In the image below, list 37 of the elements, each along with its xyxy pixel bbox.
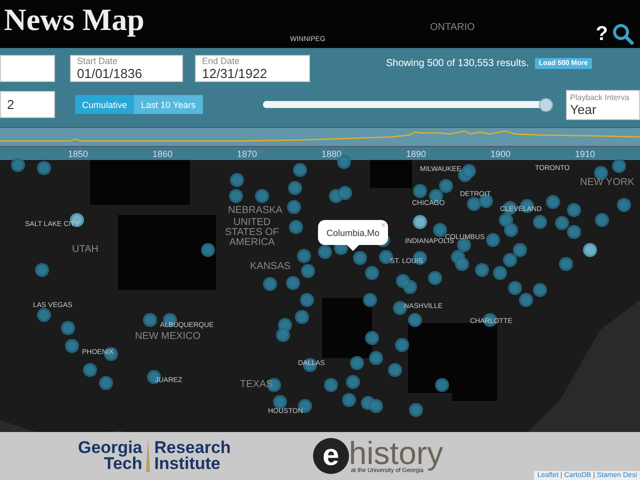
mode-toggle[interactable]: Cumulative: [75, 95, 134, 114]
timeline-year-label: 1910: [575, 149, 596, 160]
playback-slider[interactable]: [262, 98, 553, 112]
map-label: NEW YORK: [580, 178, 634, 188]
timeline-year-label: 1870: [237, 149, 258, 160]
state-region: [322, 298, 372, 358]
results-count: Showing 500 of 130,553 results.: [386, 58, 529, 69]
timeline-year-label: 1850: [68, 149, 88, 160]
map-label: NEBRASKA: [228, 206, 282, 216]
logo-mark: e: [312, 438, 349, 474]
end-date-field[interactable]: End Date 12/31/1922: [195, 54, 310, 82]
logo-text: Institute: [154, 456, 220, 472]
logo-text: Tech: [104, 456, 142, 472]
map-label: UNITED STATES OF AMERICA: [224, 218, 280, 248]
popup-text: Columbia,Mo: [326, 228, 380, 238]
timeline-year-label: 1900: [490, 149, 511, 160]
logo-text: history: [348, 438, 444, 468]
state-region: [370, 160, 412, 188]
map-label: ONTARIO: [430, 23, 475, 33]
help-button[interactable]: ?: [596, 22, 608, 46]
app-title: News Map: [4, 2, 144, 38]
logo-text: Research: [154, 440, 231, 456]
map-label: NEW MEXICO: [135, 332, 201, 342]
close-button[interactable]: ×: [380, 220, 386, 230]
logo-text: Georgia: [78, 440, 142, 456]
keyword-field[interactable]: [0, 54, 55, 82]
start-date-field[interactable]: Start Date 01/01/1836: [70, 54, 183, 82]
slider-thumb[interactable]: [538, 98, 553, 112]
current-year-field[interactable]: 2: [0, 91, 55, 118]
mode-toggle[interactable]: Last 10 Years: [134, 95, 203, 114]
timeline-year-label: 1880: [322, 149, 342, 160]
timeline-year-label: 1860: [152, 149, 173, 160]
playback-interval-field[interactable]: Playback Interva Year: [566, 90, 640, 120]
timeline-year-label: 1890: [406, 149, 426, 160]
map-label: UTAH: [72, 245, 98, 255]
search-icon[interactable]: [612, 23, 634, 45]
map-label: KANSAS: [250, 262, 291, 272]
